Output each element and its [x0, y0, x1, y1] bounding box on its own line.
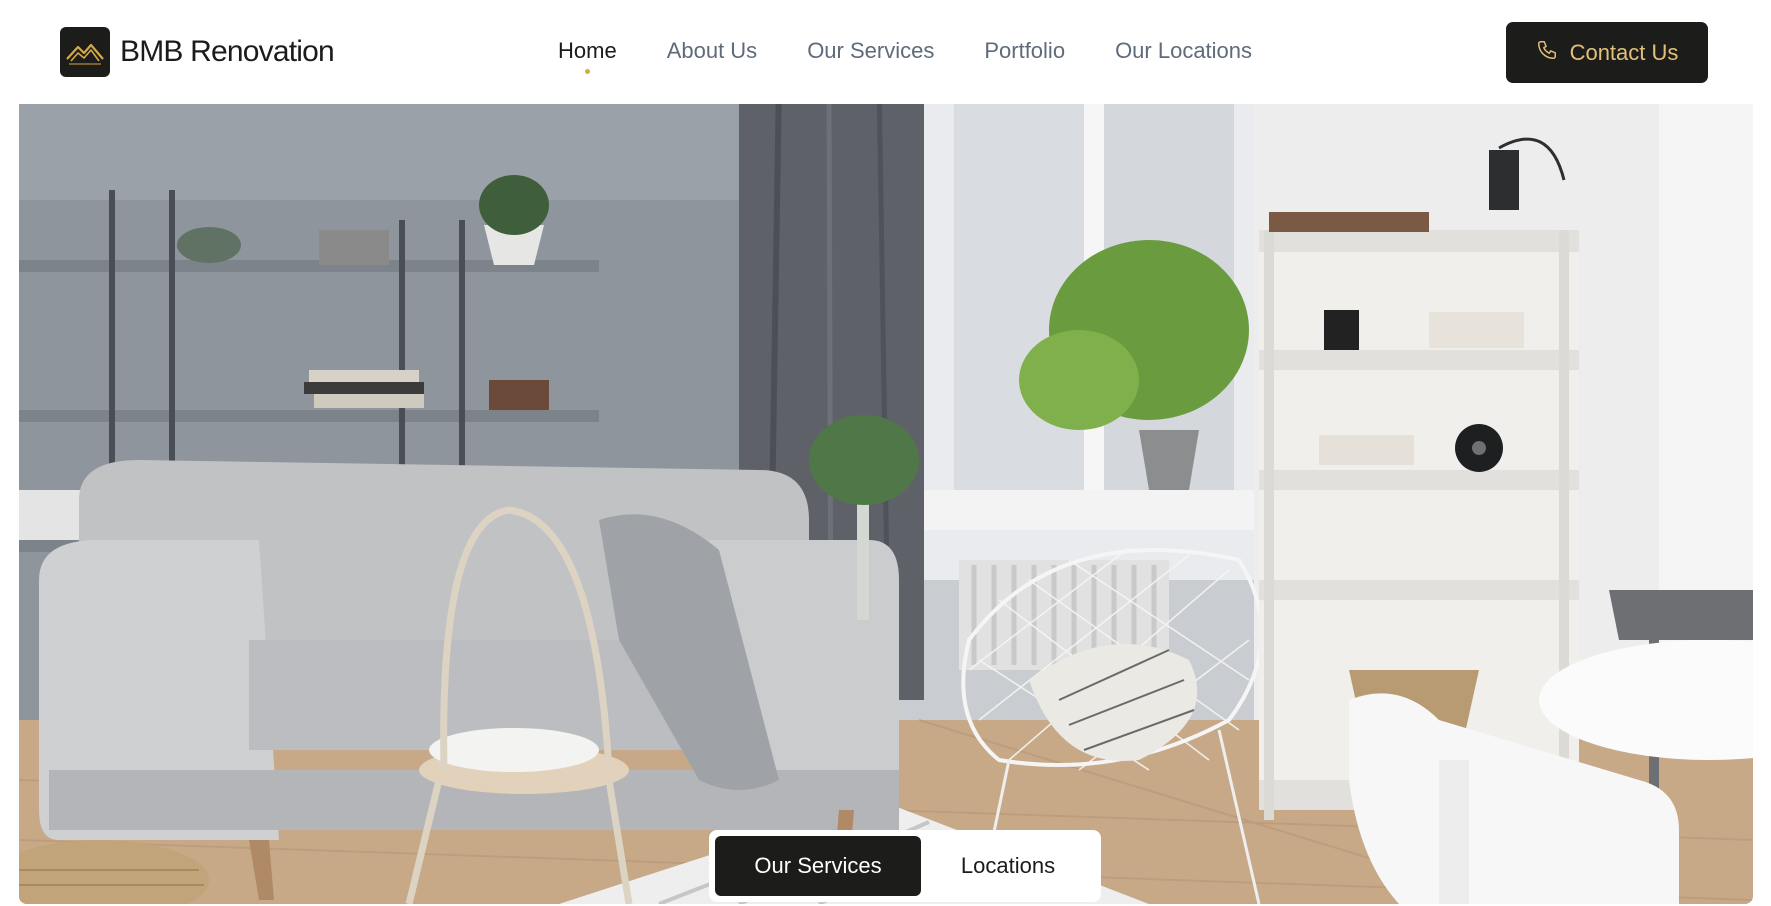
hero-tab-switcher: Our Services Locations	[709, 830, 1101, 902]
phone-icon	[1536, 39, 1558, 66]
tab-our-services[interactable]: Our Services	[715, 836, 921, 896]
living-room-photo	[19, 80, 1753, 904]
nav-item-label: Our Services	[807, 38, 935, 63]
nav-item-label: Our Locations	[1115, 38, 1253, 63]
brand-name: BMB Renovation	[120, 35, 335, 68]
brand-home-link[interactable]: BMB Renovation	[60, 27, 335, 77]
nav-item-label: Portfolio	[984, 38, 1066, 63]
contact-us-label: Contact Us	[1569, 39, 1679, 65]
tab-locations[interactable]: Locations	[921, 836, 1095, 896]
nav-item-our-locations[interactable]: Our Locations	[1115, 38, 1252, 64]
nav-item-portfolio[interactable]: Portfolio	[984, 38, 1065, 64]
active-indicator-dot	[585, 69, 591, 74]
nav-item-label: About Us	[666, 38, 758, 63]
nav-item-about-us[interactable]: About Us	[667, 38, 758, 64]
nav-item-our-services[interactable]: Our Services	[807, 38, 934, 64]
nav-item-home[interactable]: Home	[558, 38, 617, 74]
contact-us-button[interactable]: Contact Us	[1506, 22, 1708, 83]
hero-banner: Our Services Locations	[19, 80, 1753, 904]
roof-mountain-icon	[60, 27, 110, 77]
nav-item-label: Home	[558, 38, 617, 63]
top-navbar: BMB Renovation Home About Us Our Service…	[0, 0, 1771, 104]
main-nav: Home About Us Our Services Portfolio Our…	[558, 38, 1252, 74]
